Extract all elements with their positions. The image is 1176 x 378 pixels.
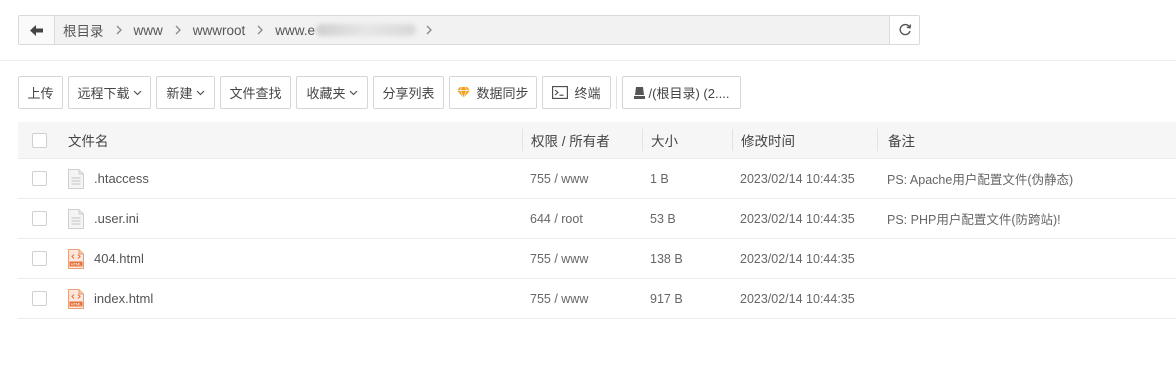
select-all-checkbox[interactable] xyxy=(31,132,47,148)
header-perm[interactable]: 权限 / 所有者 xyxy=(522,129,642,151)
header-size[interactable]: 大小 xyxy=(642,129,732,151)
new-button[interactable]: 新建 xyxy=(156,76,215,109)
file-search-label: 文件查找 xyxy=(229,86,282,101)
file-perm[interactable]: 644 / root xyxy=(522,212,642,226)
table-row[interactable]: .htaccess 755 / www 1 B 2023/02/14 10:44… xyxy=(18,159,1176,199)
header-note: 备注 xyxy=(877,129,1176,151)
terminal-icon xyxy=(552,86,569,99)
breadcrumb-item-www[interactable]: www xyxy=(132,23,165,38)
html-file-icon: HTML xyxy=(68,248,86,269)
table-row[interactable]: HTML 404.html 755 / www 138 B 2023/02/14… xyxy=(18,239,1176,279)
toolbar-separator xyxy=(616,76,617,109)
terminal-label: 终端 xyxy=(574,86,601,101)
redacted-blur xyxy=(316,24,417,36)
file-size: 1 B xyxy=(650,171,669,186)
file-name[interactable]: index.html xyxy=(94,291,153,306)
row-checkbox[interactable] xyxy=(31,251,47,266)
table-row[interactable]: HTML index.html 755 / www 917 B 2023/02/… xyxy=(18,279,1176,319)
file-table: 文件名 权限 / 所有者 大小 修改时间 备注 .htaccess 755 / … xyxy=(18,122,1176,319)
file-perm[interactable]: 755 / www xyxy=(522,292,642,306)
row-checkbox-cell xyxy=(18,171,60,186)
file-name[interactable]: .user.ini xyxy=(94,211,139,226)
file-size: 53 B xyxy=(650,211,676,226)
row-checkbox[interactable] xyxy=(31,291,47,306)
diamond-icon xyxy=(457,87,471,98)
refresh-icon xyxy=(899,23,911,36)
row-checkbox-cell xyxy=(18,251,60,266)
file-name-cell: .htaccess xyxy=(60,168,522,189)
html-file-icon: HTML xyxy=(68,288,86,309)
file-size: 917 B xyxy=(650,291,683,306)
file-note: PS: Apache用户配置文件(伪静态) xyxy=(887,173,1074,187)
disk-icon xyxy=(633,86,645,99)
disk-button[interactable]: /(根目录) (2.... xyxy=(622,76,741,109)
file-mtime: 2023/02/14 10:44:35 xyxy=(740,291,855,306)
chevron-down-icon xyxy=(133,90,142,96)
breadcrumb-item-site[interactable]: www.e xyxy=(273,23,317,38)
chevron-right-icon xyxy=(116,25,122,35)
toolbar: 上传 远程下载 新建 文件查找 收藏夹 分享列表 数据同步 终端 /(根目录) … xyxy=(18,76,746,109)
table-row[interactable]: .user.ini 644 / root 53 B 2023/02/14 10:… xyxy=(18,199,1176,239)
share-list-label: 分享列表 xyxy=(382,86,435,101)
table-header: 文件名 权限 / 所有者 大小 修改时间 备注 xyxy=(18,122,1176,159)
file-note: PS: PHP用户配置文件(防跨站)! xyxy=(887,213,1061,227)
file-mtime: 2023/02/14 10:44:35 xyxy=(740,251,855,266)
favorites-button[interactable]: 收藏夹 xyxy=(296,76,368,109)
new-label: 新建 xyxy=(166,86,193,101)
file-name-cell: HTML index.html xyxy=(60,288,522,309)
terminal-button[interactable]: 终端 xyxy=(542,76,611,109)
svg-text:HTML: HTML xyxy=(71,301,82,306)
data-sync-label: 数据同步 xyxy=(476,86,529,101)
file-name[interactable]: .htaccess xyxy=(94,171,149,186)
row-checkbox-cell xyxy=(18,211,60,226)
text-file-icon xyxy=(68,208,86,229)
refresh-button[interactable] xyxy=(889,16,919,44)
chevron-right-icon xyxy=(175,25,181,35)
divider xyxy=(0,60,1176,61)
chevron-down-icon xyxy=(196,90,205,96)
path-bar: 根目录 www wwwroot www.e xyxy=(18,15,920,45)
chevron-right-icon xyxy=(426,25,432,35)
text-file-icon xyxy=(68,168,86,189)
file-mtime: 2023/02/14 10:44:35 xyxy=(740,171,855,186)
svg-text:HTML: HTML xyxy=(71,261,82,266)
breadcrumb: 根目录 www wwwroot www.e xyxy=(55,16,889,44)
remote-download-label: 远程下载 xyxy=(77,86,130,101)
arrow-left-icon xyxy=(30,24,43,36)
file-search-button[interactable]: 文件查找 xyxy=(220,76,291,109)
header-mtime[interactable]: 修改时间 xyxy=(732,129,877,151)
row-checkbox[interactable] xyxy=(31,171,47,186)
disk-label: /(根目录) (2.... xyxy=(648,86,730,101)
breadcrumb-item-root[interactable]: 根目录 xyxy=(61,20,106,40)
chevron-right-icon xyxy=(257,25,264,35)
row-checkbox-cell xyxy=(18,291,60,306)
file-perm[interactable]: 755 / www xyxy=(522,172,642,186)
upload-button[interactable]: 上传 xyxy=(18,76,63,109)
share-list-button[interactable]: 分享列表 xyxy=(373,76,444,109)
favorites-label: 收藏夹 xyxy=(306,86,346,101)
back-button[interactable] xyxy=(19,16,55,44)
file-name-cell: HTML 404.html xyxy=(60,248,522,269)
file-name[interactable]: 404.html xyxy=(94,251,144,266)
chevron-down-icon xyxy=(349,90,358,96)
file-name-cell: .user.ini xyxy=(60,208,522,229)
upload-label: 上传 xyxy=(27,86,54,101)
remote-download-button[interactable]: 远程下载 xyxy=(68,76,151,109)
file-mtime: 2023/02/14 10:44:35 xyxy=(740,211,855,226)
file-perm[interactable]: 755 / www xyxy=(522,252,642,266)
select-all-cell xyxy=(18,122,60,159)
data-sync-button[interactable]: 数据同步 xyxy=(449,76,537,109)
file-size: 138 B xyxy=(650,251,683,266)
row-checkbox[interactable] xyxy=(31,211,47,226)
breadcrumb-item-wwwroot[interactable]: wwwroot xyxy=(191,23,248,38)
header-name[interactable]: 文件名 xyxy=(60,122,522,159)
